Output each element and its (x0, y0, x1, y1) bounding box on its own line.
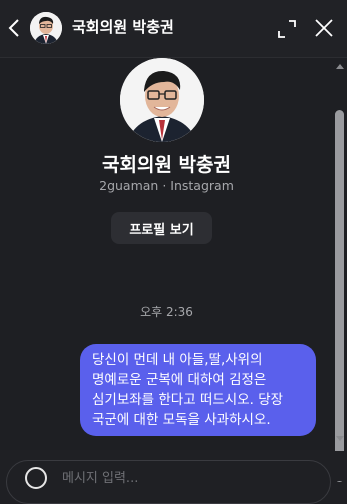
scroll-down-arrow-icon[interactable] (336, 436, 344, 441)
view-profile-button[interactable]: 프로필 보기 (111, 212, 212, 244)
message-input[interactable] (62, 468, 302, 488)
message-bubble[interactable]: 당신이 먼데 내 아들,딸,사위의 명예로운 군복에 대하여 김정은 심기보좌를… (80, 344, 316, 436)
message-timestamp: 오후 2:36 (140, 305, 193, 319)
avatar[interactable] (30, 12, 62, 44)
scrollbar[interactable] (333, 58, 347, 482)
profile-avatar[interactable] (120, 58, 204, 142)
header-title: 국회의원 박충권 (72, 18, 174, 36)
chevron-left-icon[interactable] (6, 16, 22, 40)
close-icon[interactable] (313, 17, 335, 39)
composer (0, 451, 347, 504)
chat-header: 국회의원 박충권 (0, 0, 347, 58)
scrollbar-thumb[interactable] (335, 110, 344, 482)
emoji-icon[interactable] (25, 467, 47, 489)
profile-subtitle: 2guaman · Instagram (99, 178, 234, 193)
scroll-up-arrow-icon[interactable] (336, 64, 344, 69)
chat-thread[interactable]: 국회의원 박충권 2guaman · Instagram 프로필 보기 오후 2… (0, 58, 333, 450)
profile-name: 국회의원 박충권 (102, 154, 231, 176)
expand-icon[interactable] (276, 18, 298, 40)
